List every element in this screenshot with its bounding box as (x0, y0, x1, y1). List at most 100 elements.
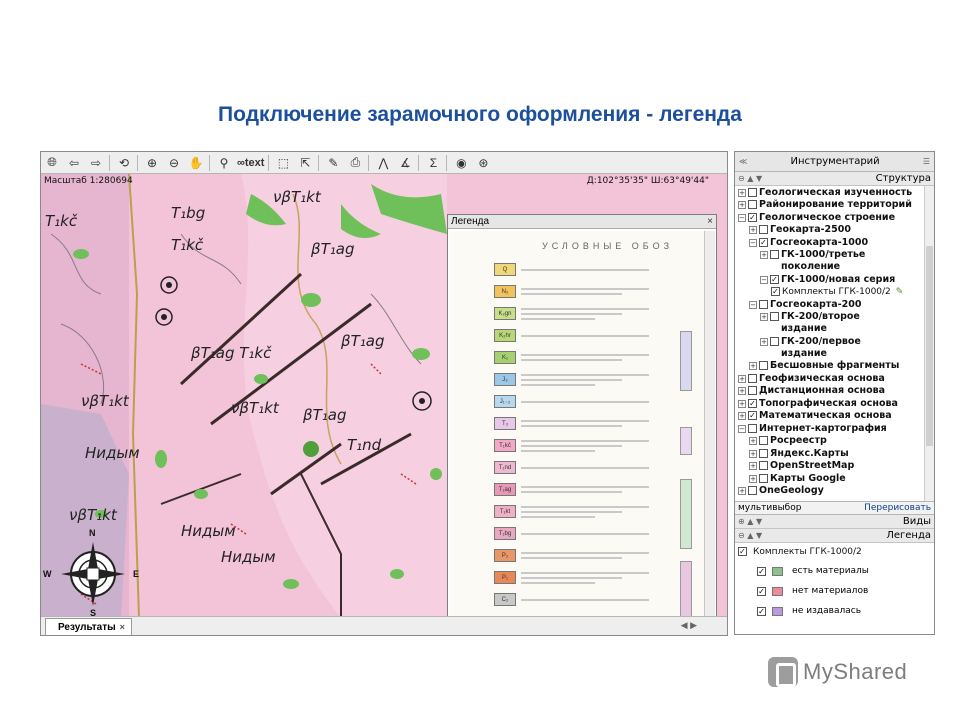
checkbox[interactable] (770, 336, 779, 346)
legend-window-titlebar[interactable]: Легенда × (448, 215, 716, 229)
ruler-icon[interactable]: ✎ (324, 154, 342, 172)
layers-eye-icon[interactable]: ◉ (452, 154, 470, 172)
checkbox[interactable]: ✓ (757, 607, 766, 616)
checkbox[interactable] (759, 361, 768, 370)
tree-item[interactable]: + Бесшовные фрагменты (735, 360, 934, 373)
views-header[interactable]: ⊕ ▲ ▼ Виды (735, 515, 934, 529)
forward-arrow-icon[interactable]: ⇨ (87, 154, 105, 172)
zoom-in-icon[interactable]: ⊕ (143, 154, 161, 172)
expand-icon[interactable]: + (749, 462, 757, 470)
expand-icon[interactable]: + (749, 362, 757, 370)
tree-item[interactable]: + ГК-200/первое издание (735, 335, 934, 360)
collapse-arrows-icon[interactable]: ⊖ ▲ ▼ (738, 531, 762, 540)
checkbox[interactable] (748, 386, 757, 395)
expand-icon[interactable]: + (749, 226, 757, 234)
checkbox[interactable] (759, 436, 768, 445)
redraw-button[interactable]: Перерисовать (864, 503, 931, 513)
legend-window[interactable]: Легенда × УСЛОВНЫЕ ОБОЗ Q N₂ K₂gn K₂hr K₁ J₃ J… (447, 214, 717, 630)
tree-item[interactable]: + Геокарта-2500 (735, 224, 934, 237)
refresh-icon[interactable]: ⟲ (115, 154, 133, 172)
checkbox[interactable]: ✓ (770, 274, 779, 284)
expand-icon[interactable]: + (760, 251, 768, 259)
checkbox[interactable] (759, 461, 768, 470)
expand-icon[interactable]: + (738, 412, 746, 420)
sum-icon[interactable]: Σ (424, 154, 442, 172)
collapse-icon[interactable]: − (738, 424, 746, 433)
legend-item[interactable]: ✓ не издавалась (735, 601, 934, 621)
tree-item[interactable]: − ✓ ГК-1000/новая серия (735, 273, 934, 286)
legend-section-header[interactable]: ⊖ ▲ ▼ Легенда (735, 529, 934, 543)
tree-item[interactable]: − Госгеокарта-200 (735, 298, 934, 311)
globe-settings-icon[interactable]: ⊛ (474, 154, 492, 172)
tab-results[interactable]: Результаты × (45, 618, 132, 635)
tree-item[interactable]: + Карты Google (735, 472, 934, 485)
checkbox[interactable] (748, 187, 757, 197)
tree-item[interactable]: − ✓ Геологическое строение (735, 211, 934, 224)
expand-icon[interactable]: + (738, 387, 746, 395)
select-rect-icon[interactable]: ⬚ (274, 154, 292, 172)
geological-map[interactable]: Масштаб 1:280694 Д:102°35'35" Ш:63°49'44… (41, 174, 727, 630)
legend-vertical-scrollbar[interactable] (704, 231, 715, 621)
tree-item[interactable]: − ✓ Госгеокарта-1000 (735, 236, 934, 249)
tree-item[interactable]: + Яндекс.Карты (735, 447, 934, 460)
tree-item[interactable]: + ✓ Математическая основа (735, 410, 934, 423)
tree-scrollbar[interactable] (924, 186, 934, 501)
checkbox[interactable] (759, 448, 768, 458)
tool-panel-header[interactable]: ≪ Инструментарий ☰ (735, 152, 934, 172)
checkbox[interactable] (759, 225, 768, 234)
expand-icon[interactable]: + (738, 201, 746, 209)
expand-icon[interactable]: + (738, 374, 746, 383)
collapse-icon[interactable]: − (749, 300, 757, 309)
checkbox[interactable] (748, 486, 757, 495)
legend-group[interactable]: ✓ Комплекты ГГК-1000/2 (735, 545, 934, 561)
tree-item[interactable]: + OneGeology (735, 485, 934, 498)
checkbox[interactable] (759, 299, 768, 309)
expand-icon[interactable]: + (738, 399, 746, 408)
tree-item[interactable]: + OpenStreetMap (735, 460, 934, 473)
zoom-out-icon[interactable]: ⊖ (165, 154, 183, 172)
checkbox[interactable] (748, 200, 757, 209)
edit-icon[interactable]: ✎ (896, 286, 904, 298)
close-icon[interactable]: × (120, 622, 125, 632)
tree-item[interactable]: + ГК-200/второе издание (735, 311, 934, 336)
checkbox[interactable] (770, 250, 779, 259)
tree-scroll-thumb[interactable] (926, 246, 933, 446)
angle-icon[interactable]: ∡ (396, 154, 414, 172)
collapse-icon[interactable]: − (760, 275, 768, 284)
checkbox[interactable] (759, 473, 768, 483)
checkbox[interactable]: ✓ (738, 546, 747, 556)
menu-icon[interactable]: ☰ (923, 157, 930, 166)
collapse-icon[interactable]: − (738, 213, 746, 222)
collapse-icon[interactable]: − (749, 238, 757, 247)
text-search-button[interactable]: ∞ text (237, 154, 264, 172)
tree-item[interactable]: ✓ Комплекты ГГК-1000/2 ✎ (735, 286, 934, 299)
identify-cursor-icon[interactable]: ⇱ (296, 154, 314, 172)
tree-item[interactable]: + Росреестр (735, 435, 934, 448)
tree-item[interactable]: + Районирование территорий (735, 199, 934, 212)
print-icon[interactable]: ⎙ (346, 154, 364, 172)
back-arrow-icon[interactable]: ⇦ (65, 154, 83, 172)
legend-item[interactable]: ✓ есть материалы (735, 561, 934, 581)
checkbox[interactable]: ✓ (757, 567, 766, 576)
checkbox[interactable]: ✓ (748, 212, 757, 222)
expand-icon[interactable]: ⊕ ▲ ▼ (738, 517, 762, 526)
expand-icon[interactable]: + (749, 449, 757, 458)
tree-item[interactable]: + Геологическая изученность (735, 186, 934, 199)
tree-item[interactable]: + ✓ Топографическая основа (735, 397, 934, 410)
scroll-arrows-icon[interactable]: ◀ ▶ (681, 620, 697, 631)
tree-item[interactable]: + Дистанционная основа (735, 385, 934, 398)
collapse-icon[interactable]: ≪ (739, 157, 747, 166)
map-window[interactable]: 🌐︎ ⇦ ⇨ ⟲ ⊕ ⊖ ✋ ⚲ ∞ text ⬚ ⇱ ✎ ⎙ ⋀ ∡ Σ ◉ ⊛ (40, 151, 728, 636)
checkbox[interactable] (748, 423, 757, 433)
tree-item[interactable]: − Интернет-картография (735, 422, 934, 435)
expand-icon[interactable]: + (749, 437, 757, 445)
globe-icon[interactable]: 🌐︎ (43, 154, 61, 172)
checkbox[interactable] (748, 373, 757, 383)
expand-icon[interactable]: + (760, 313, 768, 321)
checkbox[interactable] (770, 312, 779, 321)
expand-icon[interactable]: + (738, 487, 746, 495)
checkbox[interactable]: ✓ (759, 237, 768, 247)
hand-pan-icon[interactable]: ✋ (187, 154, 205, 172)
checkbox[interactable]: ✓ (757, 587, 766, 596)
expand-icon[interactable]: + (749, 474, 757, 483)
